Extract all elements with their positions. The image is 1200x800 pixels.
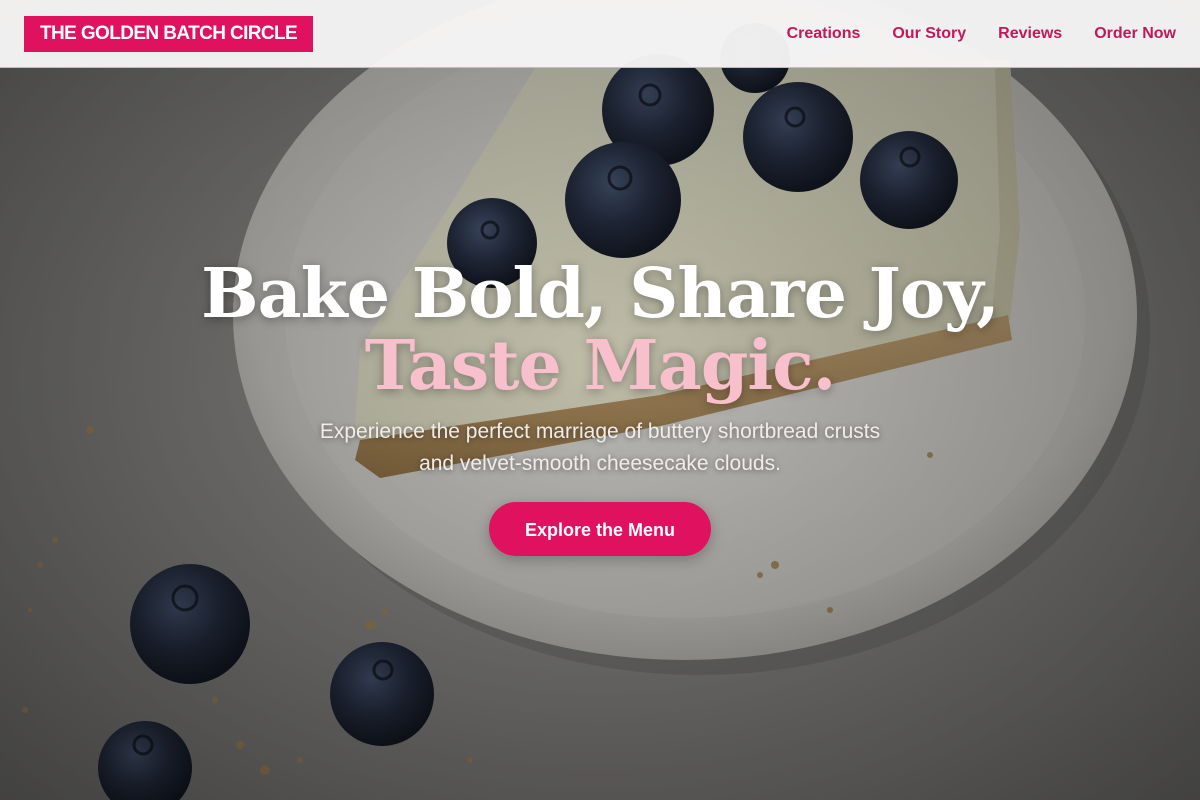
headline-line-2-accent: Taste Magic.: [364, 326, 837, 406]
main-nav: Creations Our Story Reviews Order Now: [787, 0, 1176, 68]
landing-page: THE GOLDEN BATCH CIRCLE Creations Our St…: [0, 0, 1200, 800]
nav-link-reviews[interactable]: Reviews: [998, 25, 1062, 43]
subtitle-line-2: and velvet-smooth cheesecake clouds.: [419, 452, 781, 475]
nav-link-order-now[interactable]: Order Now: [1094, 25, 1176, 43]
hero-section: Bake Bold, Share Joy, Taste Magic. Exper…: [0, 258, 1200, 556]
brand-logo[interactable]: THE GOLDEN BATCH CIRCLE: [24, 16, 314, 52]
hero-headline: Bake Bold, Share Joy, Taste Magic.: [0, 258, 1200, 402]
subtitle-line-1: Experience the perfect marriage of butte…: [319, 420, 881, 443]
headline-line-1: Bake Bold, Share Joy,: [201, 254, 1000, 334]
nav-link-our-story[interactable]: Our Story: [892, 25, 966, 43]
hero-subtitle: Experience the perfect marriage of butte…: [250, 416, 950, 480]
site-header: THE GOLDEN BATCH CIRCLE Creations Our St…: [0, 0, 1200, 68]
nav-link-creations[interactable]: Creations: [787, 25, 861, 43]
explore-menu-button[interactable]: Explore the Menu: [489, 502, 711, 556]
